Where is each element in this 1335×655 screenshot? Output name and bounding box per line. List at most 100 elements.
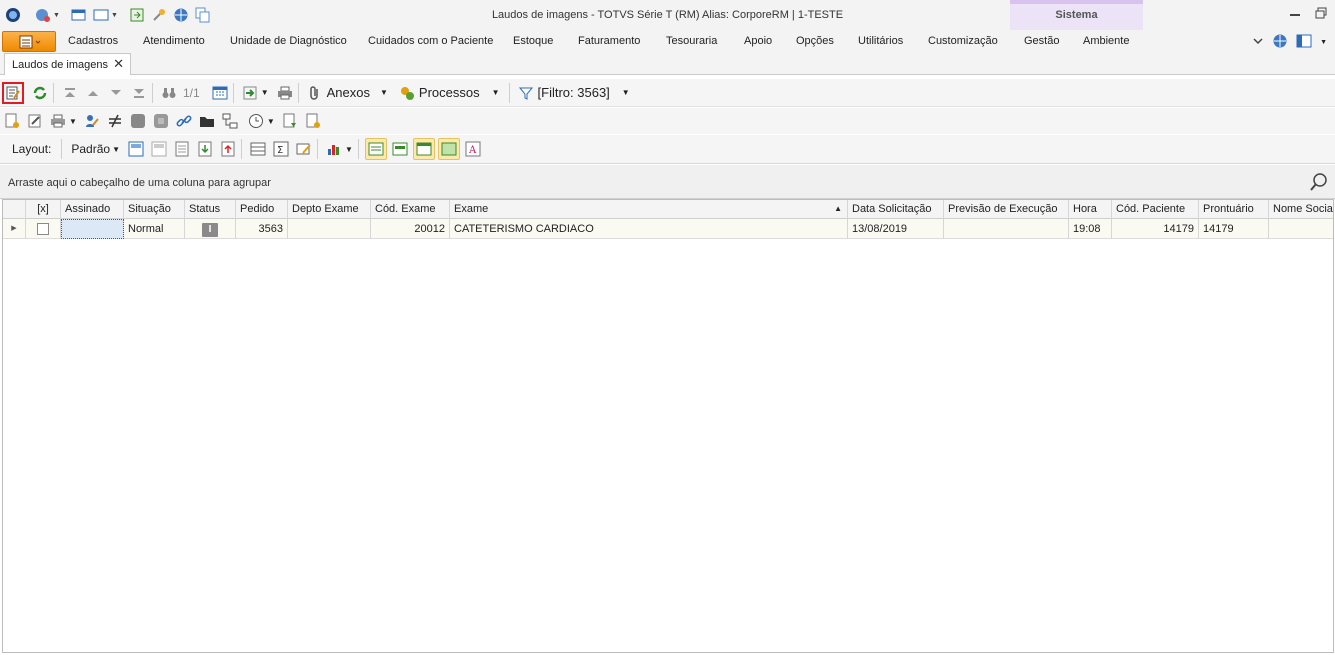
grid-columns-icon[interactable]: [248, 139, 268, 159]
close-icon[interactable]: ✕: [113, 56, 124, 72]
new-document-icon[interactable]: [2, 111, 22, 131]
not-equal-icon[interactable]: [105, 111, 125, 131]
file-menu-button[interactable]: [2, 31, 56, 52]
save-layout-icon[interactable]: [126, 139, 146, 159]
padrao-dropdown[interactable]: Padrão: [71, 142, 110, 156]
print-icon[interactable]: [275, 83, 295, 103]
cell-data-solicitacao[interactable]: 13/08/2019: [848, 219, 944, 239]
tab-tesouraria[interactable]: Tesouraria: [666, 35, 717, 47]
cell-cod-exame[interactable]: 20012: [371, 219, 450, 239]
cell-situacao[interactable]: Normal: [124, 219, 185, 239]
history-clock-icon[interactable]: [246, 111, 266, 131]
view-toggle-3-icon[interactable]: [412, 138, 435, 160]
import-layout-icon[interactable]: [195, 139, 215, 159]
print-icon[interactable]: [48, 111, 68, 131]
tab-customizacao[interactable]: Customização: [928, 35, 998, 47]
filter-icon[interactable]: [516, 83, 536, 103]
document-settings-icon[interactable]: [303, 111, 323, 131]
cell-pedido[interactable]: 3563: [236, 219, 288, 239]
next-record-icon[interactable]: [106, 83, 126, 103]
edit-record-icon[interactable]: [2, 81, 24, 104]
column-header-assinado[interactable]: Assinado: [61, 199, 124, 219]
cell-prontuario[interactable]: 14179: [1199, 219, 1269, 239]
tab-estoque[interactable]: Estoque: [513, 35, 553, 47]
font-style-icon[interactable]: A: [463, 139, 483, 159]
previous-record-icon[interactable]: [83, 83, 103, 103]
binoculars-icon[interactable]: [159, 83, 179, 103]
first-record-icon[interactable]: [60, 83, 80, 103]
link-icon[interactable]: [174, 111, 194, 131]
column-header-select[interactable]: [x]: [26, 199, 61, 219]
search-icon[interactable]: [1309, 172, 1329, 195]
cell-previsao-execucao[interactable]: [944, 219, 1069, 239]
cell-hora[interactable]: 19:08: [1069, 219, 1112, 239]
folder-icon[interactable]: [197, 111, 217, 131]
column-header-prontuario[interactable]: Prontuário: [1199, 199, 1269, 219]
last-record-icon[interactable]: [129, 83, 149, 103]
column-header-cod-paciente[interactable]: Cód. Paciente: [1112, 199, 1199, 219]
chevron-down-icon[interactable]: ▼: [622, 88, 630, 97]
group-by-panel[interactable]: Arraste aqui o cabeçalho de uma coluna p…: [0, 165, 1335, 199]
column-header-situacao[interactable]: Situação: [124, 199, 185, 219]
refresh-icon[interactable]: [30, 83, 50, 103]
view-toggle-4-icon[interactable]: [437, 138, 460, 160]
column-header-hora[interactable]: Hora: [1069, 199, 1112, 219]
cell-status[interactable]: I: [185, 219, 236, 239]
chevron-down-icon[interactable]: ▼: [112, 145, 120, 154]
user-edit-icon[interactable]: [82, 111, 102, 131]
tab-cadastros[interactable]: Cadastros: [68, 35, 118, 47]
restore-icon[interactable]: [1315, 7, 1327, 22]
tab-atendimento[interactable]: Atendimento: [143, 35, 205, 47]
chevron-down-icon[interactable]: [1252, 35, 1264, 50]
column-header-nome-social[interactable]: Nome Social: [1269, 199, 1333, 219]
processos-button[interactable]: Processos: [419, 85, 480, 100]
globe-icon[interactable]: [1272, 33, 1288, 52]
cell-nome-social[interactable]: [1269, 219, 1333, 239]
tab-gestao[interactable]: Gestão: [1024, 35, 1059, 47]
cell-exame[interactable]: CATETERISMO CARDIACO: [450, 219, 848, 239]
tab-faturamento[interactable]: Faturamento: [578, 35, 640, 47]
report-icon[interactable]: [280, 111, 300, 131]
chart-icon[interactable]: [324, 139, 344, 159]
layout-icon[interactable]: [1296, 34, 1312, 51]
export-layout-icon[interactable]: [218, 139, 238, 159]
calendar-grid-icon[interactable]: [210, 83, 230, 103]
layout-gray-icon[interactable]: [149, 139, 169, 159]
view-toggle-1-icon[interactable]: [364, 138, 387, 160]
tab-apoio[interactable]: Apoio: [744, 35, 772, 47]
tab-unidade-diagnostico[interactable]: Unidade de Diagnóstico: [230, 35, 347, 47]
filter-button[interactable]: [Filtro: 3563]: [538, 85, 610, 100]
column-header-depto-exame[interactable]: Depto Exame: [288, 199, 371, 219]
format-icon[interactable]: [294, 139, 314, 159]
chevron-down-icon[interactable]: ▼: [1320, 39, 1327, 46]
view-toggle-2-icon[interactable]: [390, 139, 410, 159]
sum-icon[interactable]: Σ: [271, 139, 291, 159]
column-header-status[interactable]: Status: [185, 199, 236, 219]
import-icon[interactable]: [240, 83, 260, 103]
anexos-button[interactable]: Anexos: [327, 85, 370, 100]
chevron-down-icon[interactable]: ▼: [345, 145, 353, 154]
column-header-data-solicitacao[interactable]: Data Solicitação: [848, 199, 944, 219]
tab-utilitarios[interactable]: Utilitários: [858, 35, 903, 47]
chevron-down-icon[interactable]: ▼: [261, 88, 269, 97]
table-row[interactable]: ▶ Normal I 3563 20012 CATETERISMO CARDIA…: [3, 219, 1333, 239]
minimize-icon[interactable]: [1289, 7, 1301, 22]
layout-list-icon[interactable]: [172, 139, 192, 159]
chevron-down-icon[interactable]: ▼: [380, 88, 388, 97]
processes-icon[interactable]: [397, 83, 417, 103]
chevron-down-icon[interactable]: ▼: [267, 117, 275, 126]
cell-assinado[interactable]: [61, 219, 124, 239]
cell-depto-exame[interactable]: [288, 219, 371, 239]
chevron-down-icon[interactable]: ▼: [492, 88, 500, 97]
column-header-exame[interactable]: Exame ▲: [450, 199, 848, 219]
column-header-previsao-execucao[interactable]: Previsão de Execução: [944, 199, 1069, 219]
chevron-down-icon[interactable]: ▼: [69, 117, 77, 126]
paperclip-icon[interactable]: [305, 83, 325, 103]
stop-gray-icon[interactable]: [151, 111, 171, 131]
edit-icon[interactable]: [25, 111, 45, 131]
column-header-cod-exame[interactable]: Cód. Exame: [371, 199, 450, 219]
document-tab-laudos[interactable]: Laudos de imagens ✕: [4, 53, 131, 75]
tab-ambiente[interactable]: Ambiente: [1083, 35, 1129, 47]
tab-cuidados-paciente[interactable]: Cuidados com o Paciente: [368, 35, 493, 47]
tab-opcoes[interactable]: Opções: [796, 35, 834, 47]
